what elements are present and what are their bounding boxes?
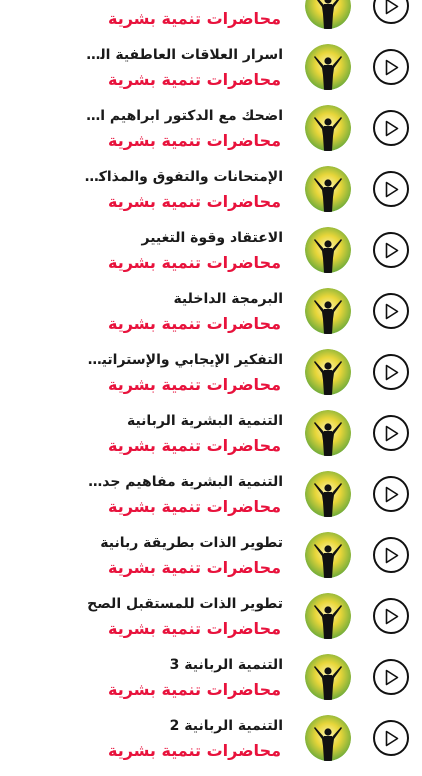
list-item[interactable]: تطوير الذات للمستقبل الصح محاضرات تنمية … [0, 593, 422, 654]
lecture-thumbnail [305, 715, 351, 761]
lecture-title: تطوير الذات للمستقبل الصح [87, 596, 283, 612]
play-button[interactable] [373, 110, 409, 146]
lecture-category: محاضرات تنمية بشرية [107, 70, 281, 89]
play-icon [385, 181, 399, 198]
play-button[interactable] [373, 415, 409, 451]
play-button[interactable] [373, 720, 409, 756]
play-icon [385, 59, 399, 76]
play-icon [385, 669, 399, 686]
lecture-thumbnail [305, 166, 351, 212]
lecture-category: محاضرات تنمية بشرية [107, 741, 281, 760]
play-button[interactable] [373, 659, 409, 695]
raised-arms-silhouette-icon [305, 410, 351, 456]
raised-arms-silhouette-icon [305, 593, 351, 639]
play-button[interactable] [373, 537, 409, 573]
lecture-thumbnail [305, 105, 351, 151]
play-icon [385, 547, 399, 564]
play-button[interactable] [373, 0, 409, 24]
raised-arms-silhouette-icon [305, 288, 351, 334]
play-icon [385, 120, 399, 137]
raised-arms-silhouette-icon [305, 654, 351, 700]
list-item[interactable]: تطوير الذات بطريقة ربانية محاضرات تنمية … [0, 532, 422, 593]
lecture-title: التفكير الإيجابي والإستراتيجي [83, 352, 283, 368]
lecture-thumbnail [305, 593, 351, 639]
lecture-category: محاضرات تنمية بشرية [107, 131, 281, 150]
list-item[interactable]: اضحك مع الدكتور ابراهيم الفقي محاضرات تن… [0, 105, 422, 166]
lecture-thumbnail [305, 654, 351, 700]
raised-arms-silhouette-icon [305, 532, 351, 578]
play-icon [385, 486, 399, 503]
lecture-title: الاعتقاد وقوة التغيير [141, 230, 284, 246]
play-icon [385, 0, 399, 15]
lecture-category: محاضرات تنمية بشرية [107, 497, 281, 516]
list-item[interactable]: التنمية البشرية مفاهيم جديدة محاضرات تنم… [0, 471, 422, 532]
lecture-category: محاضرات تنمية بشرية [107, 9, 281, 28]
lecture-thumbnail [305, 288, 351, 334]
play-icon [385, 608, 399, 625]
list-item[interactable]: التنمية الربانية 2 محاضرات تنمية بشرية [0, 715, 422, 776]
raised-arms-silhouette-icon [305, 166, 351, 212]
lecture-category: محاضرات تنمية بشرية [107, 619, 281, 638]
play-icon [385, 730, 399, 747]
play-button[interactable] [373, 354, 409, 390]
list-item[interactable]: الاعتقاد وقوة التغيير محاضرات تنمية بشري… [0, 227, 422, 288]
play-icon [385, 242, 399, 259]
lecture-title: التنمية البشرية الربانية [126, 413, 283, 429]
play-icon [385, 303, 399, 320]
list-item[interactable]: التفكير الإيجابي والإستراتيجي محاضرات تن… [0, 349, 422, 410]
lecture-category: محاضرات تنمية بشرية [107, 436, 281, 455]
raised-arms-silhouette-icon [305, 349, 351, 395]
lecture-thumbnail [305, 44, 351, 90]
list-item[interactable]: اسرار العلاقات العاطفية الناجحة محاضرات … [0, 44, 422, 105]
lecture-title: التنمية الربانية 3 [169, 657, 283, 673]
lecture-thumbnail [305, 227, 351, 273]
lecture-title: اضحك مع الدكتور ابراهيم الفقي [83, 108, 283, 124]
list-item[interactable]: البرمجة الداخلية محاضرات تنمية بشرية [0, 288, 422, 349]
play-icon [385, 425, 399, 442]
play-button[interactable] [373, 171, 409, 207]
lecture-title: التنمية الربانية 2 [169, 718, 283, 734]
lecture-list: محاضرات تنمية بشرية اسرار العلاقات العاط… [0, 0, 422, 761]
play-icon [385, 364, 399, 381]
play-button[interactable] [373, 476, 409, 512]
lecture-thumbnail [305, 410, 351, 456]
raised-arms-silhouette-icon [305, 0, 351, 29]
play-button[interactable] [373, 598, 409, 634]
play-button[interactable] [373, 293, 409, 329]
lecture-thumbnail [305, 532, 351, 578]
lecture-title: التنمية البشرية مفاهيم جديدة [83, 474, 283, 490]
lecture-title: البرمجة الداخلية [173, 291, 283, 307]
lecture-title: اسرار العلاقات العاطفية الناجحة [83, 47, 283, 63]
lecture-category: محاضرات تنمية بشرية [107, 192, 281, 211]
list-item[interactable]: محاضرات تنمية بشرية [0, 0, 422, 44]
lecture-thumbnail [305, 349, 351, 395]
raised-arms-silhouette-icon [305, 44, 351, 90]
lecture-category: محاضرات تنمية بشرية [107, 558, 281, 577]
raised-arms-silhouette-icon [305, 715, 351, 761]
lecture-category: محاضرات تنمية بشرية [107, 680, 281, 699]
raised-arms-silhouette-icon [305, 105, 351, 151]
play-button[interactable] [373, 232, 409, 268]
list-item[interactable]: التنمية الربانية 3 محاضرات تنمية بشرية [0, 654, 422, 715]
raised-arms-silhouette-icon [305, 471, 351, 517]
lecture-thumbnail [305, 471, 351, 517]
lecture-title: الإمتحانات والتفوق والمذاكرة [83, 169, 283, 185]
lecture-category: محاضرات تنمية بشرية [107, 375, 281, 394]
lecture-title: تطوير الذات بطريقة ربانية [100, 535, 283, 551]
raised-arms-silhouette-icon [305, 227, 351, 273]
lecture-category: محاضرات تنمية بشرية [107, 253, 281, 272]
play-button[interactable] [373, 49, 409, 85]
lecture-category: محاضرات تنمية بشرية [107, 314, 281, 333]
list-item[interactable]: الإمتحانات والتفوق والمذاكرة محاضرات تنم… [0, 166, 422, 227]
list-item[interactable]: التنمية البشرية الربانية محاضرات تنمية ب… [0, 410, 422, 471]
lecture-thumbnail [305, 0, 351, 29]
